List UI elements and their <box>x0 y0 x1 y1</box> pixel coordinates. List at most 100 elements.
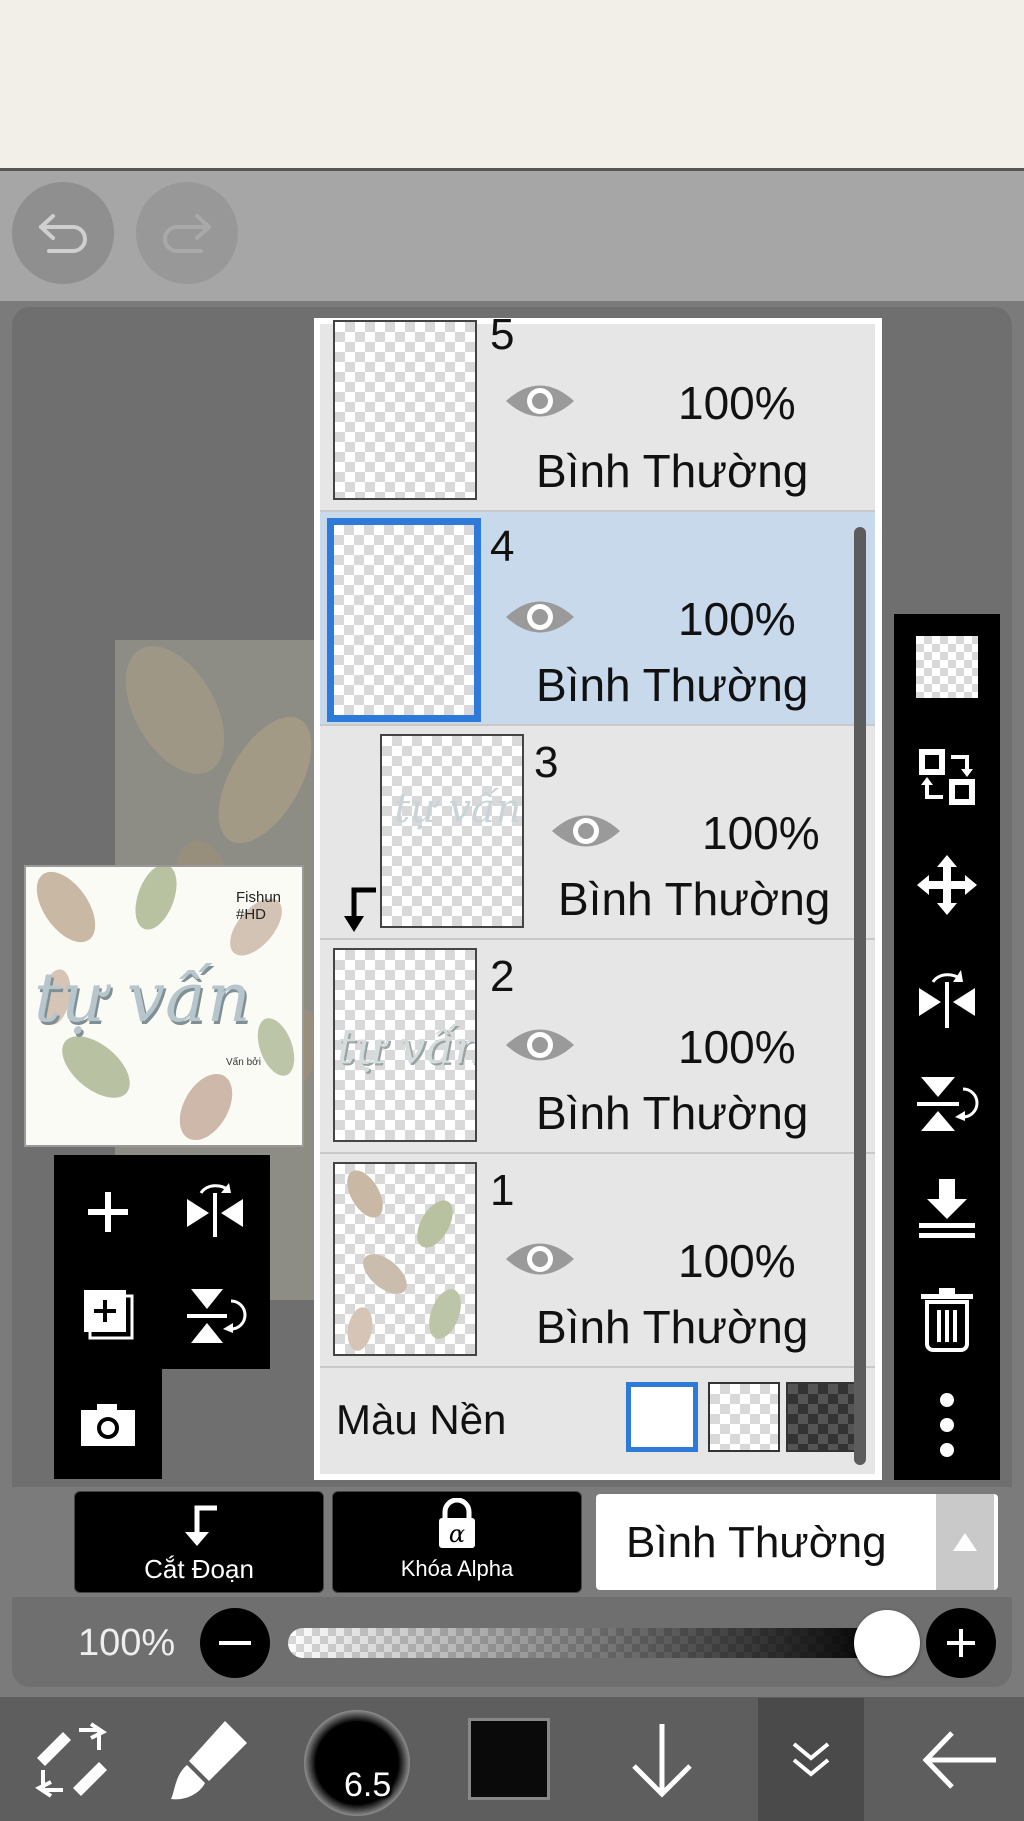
add-copy-layer-button[interactable] <box>76 1282 140 1346</box>
layer-blend-mode: Bình Thường <box>536 659 809 711</box>
color-swatch-button[interactable] <box>468 1718 550 1800</box>
clipping-label: Cắt Đoạn <box>144 1554 254 1584</box>
merge-down-icon <box>919 1179 975 1238</box>
plus-icon <box>947 1629 975 1657</box>
layer-thumbnail <box>327 518 481 722</box>
preview-small-text: Vấn bởi <box>226 1057 261 1068</box>
background-color-row: Màu Nền <box>320 1368 875 1474</box>
layer-opacity: 100% <box>678 1235 796 1287</box>
redo-button[interactable] <box>136 182 238 284</box>
layer-number: 2 <box>490 952 515 1001</box>
eye-icon[interactable] <box>548 806 624 856</box>
minus-icon <box>219 1641 251 1645</box>
eye-icon[interactable] <box>502 1020 578 1070</box>
delete-layer-button[interactable] <box>910 1282 984 1356</box>
layer-opacity: 100% <box>678 1021 796 1073</box>
alpha-lock-label: Khóa Alpha <box>400 1556 514 1581</box>
layer-blend-mode: Bình Thường <box>558 873 831 925</box>
layer-row-3[interactable]: tự vấn 3 100% Bình Thường <box>320 726 875 940</box>
flip-layer-horizontal-button[interactable] <box>180 1176 250 1246</box>
eye-icon[interactable] <box>502 1234 578 1284</box>
transform-button[interactable] <box>16 1705 126 1815</box>
opacity-slider-thumb[interactable] <box>854 1610 920 1676</box>
flip-horizontal-button[interactable] <box>910 960 984 1034</box>
redo-icon <box>163 214 211 253</box>
opacity-slider-track[interactable] <box>288 1628 886 1658</box>
flip-vertical-icon <box>187 1289 247 1343</box>
layer-row-4[interactable]: 4 100% Bình Thường <box>320 512 875 726</box>
clipping-arrow-icon <box>344 887 376 932</box>
merge-down-button[interactable] <box>910 1172 984 1246</box>
layer-blend-mode: Bình Thường <box>536 1087 809 1139</box>
background-color-label: Màu Nền <box>336 1396 507 1443</box>
layer-down-button[interactable] <box>612 1705 712 1815</box>
canvas-preview[interactable]: tự vấn Fishun #HD Vấn bởi <box>24 865 304 1147</box>
transparent-fill-button[interactable] <box>910 630 984 704</box>
blend-mode-select[interactable]: Bình Thường <box>596 1494 998 1590</box>
back-icon <box>922 1731 996 1789</box>
move-icon <box>917 855 977 915</box>
top-blank-area <box>0 0 1024 171</box>
background-white-option[interactable] <box>626 1382 698 1452</box>
clipping-button[interactable]: Cắt Đoạn <box>74 1491 324 1593</box>
layer-row-2[interactable]: tự vấn 2 100% Bình Thường <box>320 940 875 1154</box>
layers-toggle-icon <box>792 1741 830 1777</box>
back-button[interactable] <box>910 1705 1010 1815</box>
camera-button[interactable] <box>76 1392 140 1456</box>
blend-mode-value: Bình Thường <box>626 1518 887 1567</box>
layer-thumbnail: tự vấn <box>333 948 477 1142</box>
move-layer-icon <box>919 749 975 805</box>
layer-opacity: 100% <box>702 807 820 859</box>
brush-tool-button[interactable] <box>160 1705 260 1815</box>
layer-number: 1 <box>490 1166 515 1215</box>
flip-vertical-button[interactable] <box>910 1066 984 1140</box>
layer-row-1[interactable]: 1 100% Bình Thường <box>320 1154 875 1368</box>
layer-blend-mode: Bình Thường <box>536 1301 809 1353</box>
flip-horizontal-icon <box>919 970 975 1028</box>
opacity-increase-button[interactable] <box>926 1608 996 1678</box>
more-icon <box>940 1393 954 1457</box>
flip-layer-vertical-button[interactable] <box>180 1280 250 1350</box>
move-layer-button[interactable] <box>910 740 984 814</box>
eye-icon[interactable] <box>502 376 578 426</box>
flip-horizontal-icon <box>187 1183 243 1237</box>
triangle-up-icon <box>953 1533 977 1551</box>
layer-number: 3 <box>534 738 559 787</box>
add-layer-button[interactable] <box>76 1180 140 1244</box>
layer-opacity: 100% <box>678 593 796 645</box>
arrow-down-icon <box>632 1724 692 1798</box>
brush-icon <box>171 1721 247 1800</box>
layer-row-5[interactable]: 5 100% Bình Thường <box>320 310 875 512</box>
layer-thumbnail <box>333 320 477 500</box>
opacity-label: 100% <box>78 1622 176 1664</box>
layers-panel-toggle[interactable] <box>758 1698 864 1821</box>
transform-icon <box>35 1722 107 1798</box>
eye-icon[interactable] <box>502 592 578 642</box>
svg-text:α: α <box>449 1520 465 1548</box>
more-options-button[interactable] <box>910 1388 984 1462</box>
preview-title: tự vấn <box>34 959 251 1038</box>
layer-scrollbar[interactable] <box>854 527 866 1465</box>
layer-number: 4 <box>490 522 515 571</box>
add-layer-icon <box>88 1192 128 1232</box>
layer-thumbnail: tự vấn <box>380 734 524 928</box>
background-dark-option[interactable] <box>786 1382 858 1452</box>
flip-vertical-icon <box>917 1077 979 1131</box>
brush-size-label: 6.5 <box>344 1766 392 1804</box>
undo-icon <box>39 214 87 253</box>
preview-signature: Fishun #HD <box>236 889 282 923</box>
brush-size-button[interactable]: 6.5 <box>304 1710 410 1816</box>
layer-opacity: 100% <box>678 377 796 429</box>
move-button[interactable] <box>910 848 984 922</box>
blend-mode-dropdown-button[interactable] <box>936 1494 994 1590</box>
undo-button[interactable] <box>12 182 114 284</box>
checker-icon <box>916 636 978 698</box>
layer-blend-mode: Bình Thường <box>536 445 809 497</box>
trash-icon <box>921 1288 973 1352</box>
camera-icon <box>81 1404 135 1446</box>
layer-number: 5 <box>490 310 515 359</box>
opacity-decrease-button[interactable] <box>200 1608 270 1678</box>
lock-icon: α <box>439 1498 475 1548</box>
alpha-lock-button[interactable]: α Khóa Alpha <box>332 1491 582 1593</box>
background-transparent-option[interactable] <box>708 1382 780 1452</box>
